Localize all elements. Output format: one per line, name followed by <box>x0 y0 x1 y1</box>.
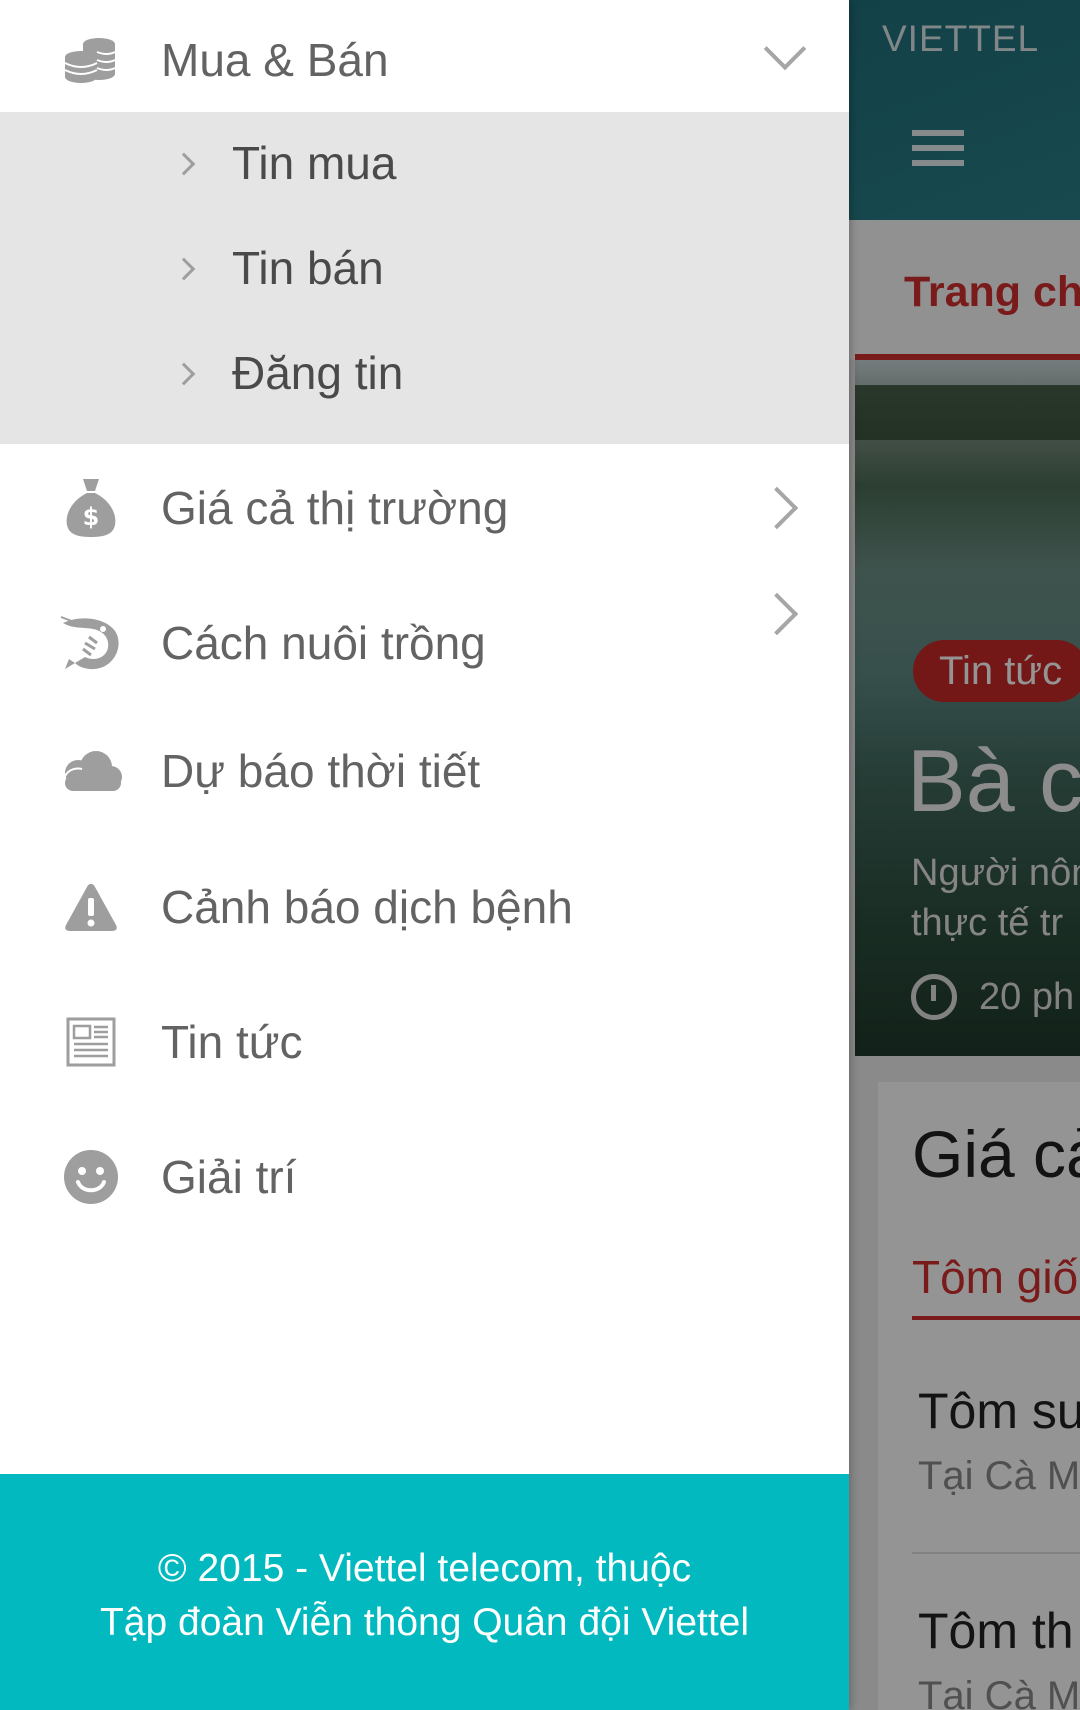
cloud-icon <box>54 734 128 808</box>
chevron-right-icon <box>172 362 196 386</box>
submenu-item-dang-tin[interactable]: Đăng tin <box>0 322 849 427</box>
chevron-right-icon[interactable] <box>755 592 799 636</box>
copyright-line1: © 2015 - Viettel telecom, thuộc <box>157 1547 692 1590</box>
chevron-down-icon[interactable] <box>763 27 807 71</box>
drawer-item-mua-ban[interactable]: Mua & Bán <box>0 4 849 116</box>
drawer-item-label: Tin tức <box>161 1016 303 1068</box>
drawer-item-tin-tuc[interactable]: Tin tức <box>0 986 849 1098</box>
submenu-item-label: Đăng tin <box>232 347 404 399</box>
drawer-item-label: Giá cả thị trường <box>161 482 509 534</box>
warning-icon <box>54 870 128 944</box>
drawer-item-label: Cảnh báo dịch bệnh <box>161 881 573 933</box>
drawer-item-label: Mua & Bán <box>161 34 389 86</box>
newspaper-icon <box>54 1005 128 1079</box>
navigation-drawer: Mua & Bán Tin mua Tin bán Đăng tin $ Giá… <box>0 0 849 1710</box>
drawer-item-canh-bao-dich-benh[interactable]: Cảnh báo dịch bệnh <box>0 851 849 963</box>
smiley-icon <box>54 1140 128 1214</box>
shrimp-icon <box>54 606 128 680</box>
drawer-item-gia-ca-thi-truong[interactable]: $ Giá cả thị trường <box>0 452 849 564</box>
money-bag-icon: $ <box>54 471 128 545</box>
chevron-right-icon <box>172 257 196 281</box>
drawer-item-label: Cách nuôi trồng <box>161 617 486 669</box>
submenu-item-tin-mua[interactable]: Tin mua <box>0 112 849 217</box>
drawer-item-du-bao-thoi-tiet[interactable]: Dự báo thời tiết <box>0 715 849 827</box>
drawer-footer: © 2015 - Viettel telecom, thuộc Tập đoàn… <box>0 1474 849 1710</box>
submenu-item-label: Tin mua <box>232 137 397 189</box>
chevron-right-icon <box>172 152 196 176</box>
drawer-item-label: Giải trí <box>161 1151 297 1203</box>
submenu-item-label: Tin bán <box>232 242 384 294</box>
submenu-mua-ban: Tin mua Tin bán Đăng tin <box>0 112 849 444</box>
chevron-right-icon[interactable] <box>755 486 799 530</box>
drawer-item-giai-tri[interactable]: Giải trí <box>0 1121 849 1233</box>
copyright-line2: Tập đoàn Viễn thông Quân đội Viettel <box>99 1601 750 1644</box>
submenu-item-tin-ban[interactable]: Tin bán <box>0 217 849 322</box>
coins-icon <box>54 23 128 97</box>
drawer-item-label: Dự báo thời tiết <box>161 745 481 797</box>
svg-text:$: $ <box>83 503 100 531</box>
drawer-item-cach-nuoi-trong[interactable]: Cách nuôi trồng <box>0 587 849 699</box>
